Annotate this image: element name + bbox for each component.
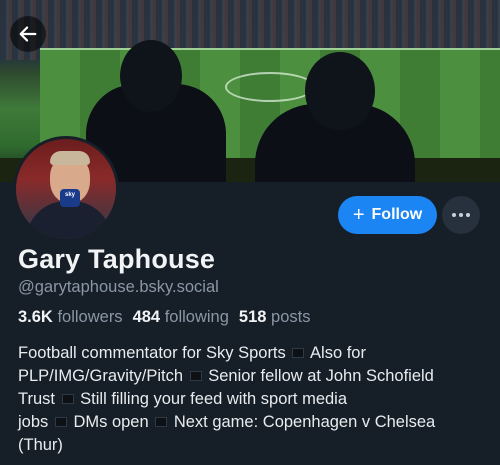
posts-count: 518 — [238, 308, 267, 326]
followers-link[interactable]: 3.6K followers — [18, 308, 123, 327]
handle: @garytaphouse.bsky.social — [18, 278, 219, 296]
square-emoji-icon — [292, 348, 305, 358]
ellipsis-icon — [452, 213, 456, 217]
following-label: following — [164, 308, 229, 326]
following-link[interactable]: 484 following — [133, 308, 229, 327]
square-emoji-icon — [189, 371, 202, 381]
back-arrow-icon — [19, 26, 37, 42]
avatar-badge: sky — [64, 192, 75, 198]
following-count: 484 — [132, 308, 161, 326]
follow-label: Follow — [371, 206, 423, 223]
profile-stats: 3.6K followers 484 following 518 posts — [18, 308, 310, 327]
display-name: Gary Taphouse — [18, 244, 216, 274]
more-options-button[interactable] — [442, 196, 480, 234]
square-emoji-icon — [61, 394, 74, 404]
posts-stat: 518 posts — [239, 308, 311, 327]
back-button[interactable] — [10, 16, 46, 52]
follow-button[interactable]: + Follow — [338, 196, 437, 234]
square-emoji-icon — [54, 417, 67, 427]
avatar[interactable]: sky — [13, 136, 119, 242]
square-emoji-icon — [155, 417, 168, 427]
banner-center-circle — [225, 72, 315, 102]
banner-commentator-left-head — [120, 40, 182, 112]
plus-icon: + — [352, 204, 365, 226]
profile-bio: Football commentator for Sky Sports Also… — [18, 344, 436, 454]
followers-label: followers — [57, 308, 123, 326]
avatar-hair — [50, 151, 90, 165]
banner-commentator-right-head — [305, 52, 375, 130]
posts-label: posts — [271, 308, 311, 326]
followers-count: 3.6K — [18, 308, 53, 326]
